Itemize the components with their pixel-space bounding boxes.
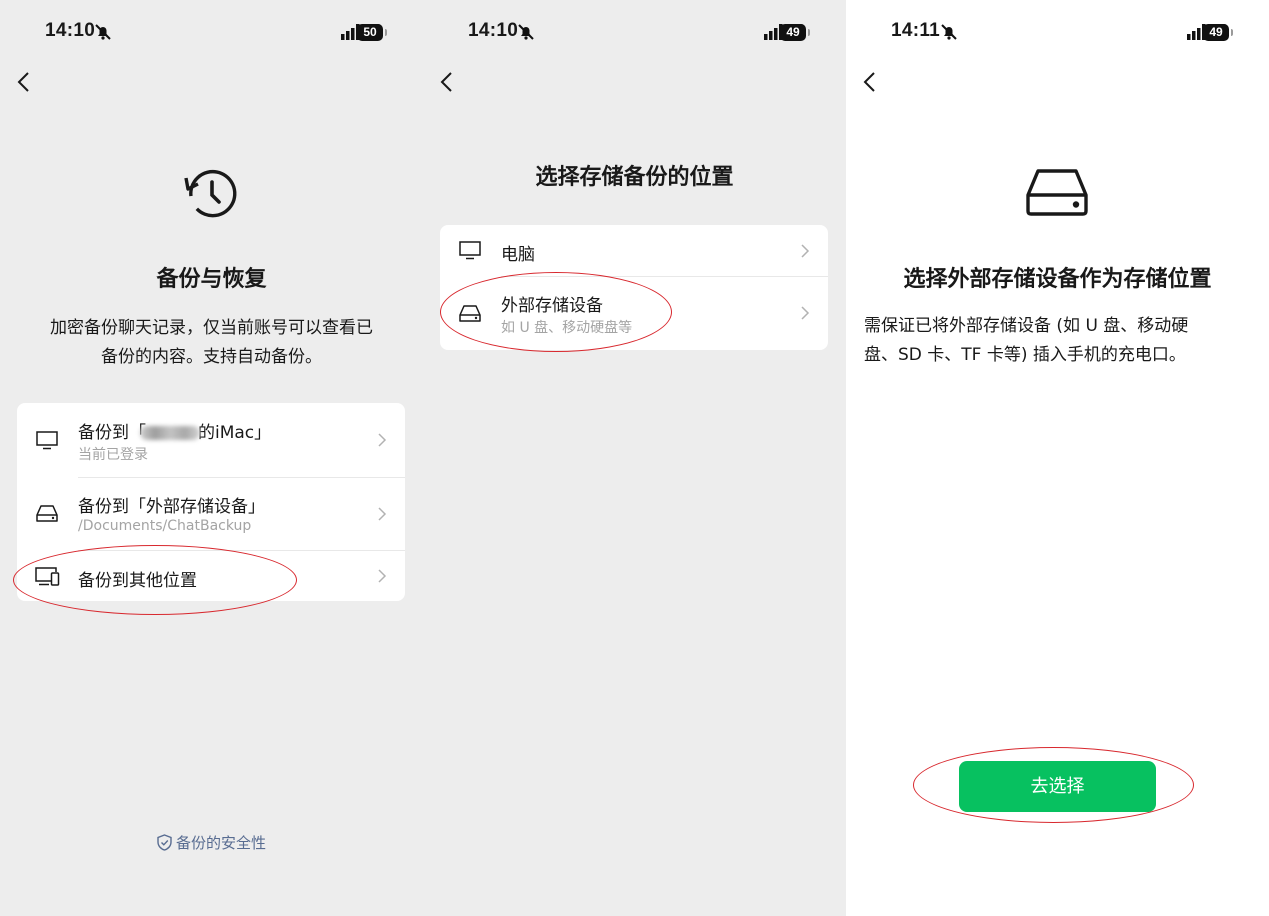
backup-to-external-storage-item[interactable]: 备份到「外部存储设备」 /Documents/ChatBackup xyxy=(17,477,405,550)
devices-icon xyxy=(35,567,60,586)
status-time: 14:10 xyxy=(45,20,96,41)
back-chevron-icon[interactable] xyxy=(437,68,457,96)
description-line: 需保证已将外部存储设备 (如 U 盘、移动硬 xyxy=(864,316,1189,336)
chevron-right-icon xyxy=(378,569,387,583)
backup-restore-screen: 14:10 4G 50 备份与恢复 加密备份聊天记录，仅当前账号可以查看已 备份… xyxy=(0,0,423,916)
item-label: 备份到「 的iMac」 xyxy=(78,423,272,443)
item-sublabel: /Documents/ChatBackup xyxy=(78,518,252,534)
description-line: 加密备份聊天记录，仅当前账号可以查看已 xyxy=(50,318,373,338)
chevron-right-icon xyxy=(378,507,387,521)
external-storage-item[interactable]: 外部存储设备 如 U 盘、移动硬盘等 xyxy=(440,276,828,350)
external-storage-screen: 14:11 4G 49 选择外部存储设备作为存储位置 需保证已将外部存储设备 (… xyxy=(846,0,1269,916)
bell-slash-icon xyxy=(518,24,534,40)
redacted-name xyxy=(140,426,200,440)
choose-button[interactable]: 去选择 xyxy=(959,761,1156,812)
battery-icon: 49 xyxy=(1203,24,1233,41)
monitor-icon xyxy=(459,241,481,260)
item-sublabel: 当前已登录 xyxy=(78,447,148,463)
item-label: 备份到其他位置 xyxy=(78,571,197,591)
page-title: 备份与恢复 xyxy=(156,267,267,292)
page-description: 加密备份聊天记录，仅当前账号可以查看已 备份的内容。支持自动备份。 xyxy=(20,314,403,372)
history-clock-icon xyxy=(184,170,237,218)
hard-drive-icon xyxy=(459,305,481,322)
backup-options-list: 备份到「 的iMac」 当前已登录 备份到「外部存储设备」 /Documents/… xyxy=(17,403,405,601)
description-line: 盘、SD 卡、TF 卡等) 插入手机的充电口。 xyxy=(864,345,1186,365)
description-line: 备份的内容。支持自动备份。 xyxy=(101,347,322,367)
battery-icon: 49 xyxy=(780,24,810,41)
page-title: 选择外部存储设备作为存储位置 xyxy=(903,267,1212,292)
backup-safety-link[interactable]: 备份的安全性 xyxy=(0,832,423,853)
status-bar: 14:11 4G 49 xyxy=(846,18,1269,46)
backup-to-other-location-item[interactable]: 备份到其他位置 xyxy=(17,550,405,601)
hard-drive-icon xyxy=(1026,169,1088,216)
status-time: 14:11 xyxy=(891,20,941,41)
hard-drive-icon xyxy=(36,505,58,522)
battery-level: 50 xyxy=(357,24,383,41)
back-chevron-icon[interactable] xyxy=(14,68,34,96)
status-bar: 14:10 4G 49 xyxy=(423,18,846,46)
safety-link-label: 备份的安全性 xyxy=(175,834,266,852)
battery-level: 49 xyxy=(1203,24,1229,41)
shield-check-icon xyxy=(157,834,172,851)
back-chevron-icon[interactable] xyxy=(860,68,880,96)
bell-slash-icon xyxy=(95,24,111,40)
item-label: 电脑 xyxy=(501,245,535,265)
computer-item[interactable]: 电脑 xyxy=(440,225,828,276)
page-title: 选择存储备份的位置 xyxy=(535,165,734,190)
backup-to-imac-item[interactable]: 备份到「 的iMac」 当前已登录 xyxy=(17,403,405,477)
location-options-list: 电脑 外部存储设备 如 U 盘、移动硬盘等 xyxy=(440,225,828,350)
battery-level: 49 xyxy=(780,24,806,41)
page-description: 需保证已将外部存储设备 (如 U 盘、移动硬 盘、SD 卡、TF 卡等) 插入手… xyxy=(864,312,1251,370)
status-time: 14:10 xyxy=(468,20,519,41)
item-label: 外部存储设备 xyxy=(501,296,603,316)
monitor-icon xyxy=(36,431,58,450)
item-label: 备份到「外部存储设备」 xyxy=(78,497,265,517)
chevron-right-icon xyxy=(801,306,810,320)
item-sublabel: 如 U 盘、移动硬盘等 xyxy=(501,320,633,336)
chevron-right-icon xyxy=(801,244,810,258)
battery-icon: 50 xyxy=(357,24,387,41)
bell-slash-icon xyxy=(941,24,957,40)
choose-location-screen: 14:10 4G 49 选择存储备份的位置 电脑 外部存储设备 如 U 盘、移动… xyxy=(423,0,846,916)
chevron-right-icon xyxy=(378,433,387,447)
status-bar: 14:10 4G 50 xyxy=(0,18,423,46)
